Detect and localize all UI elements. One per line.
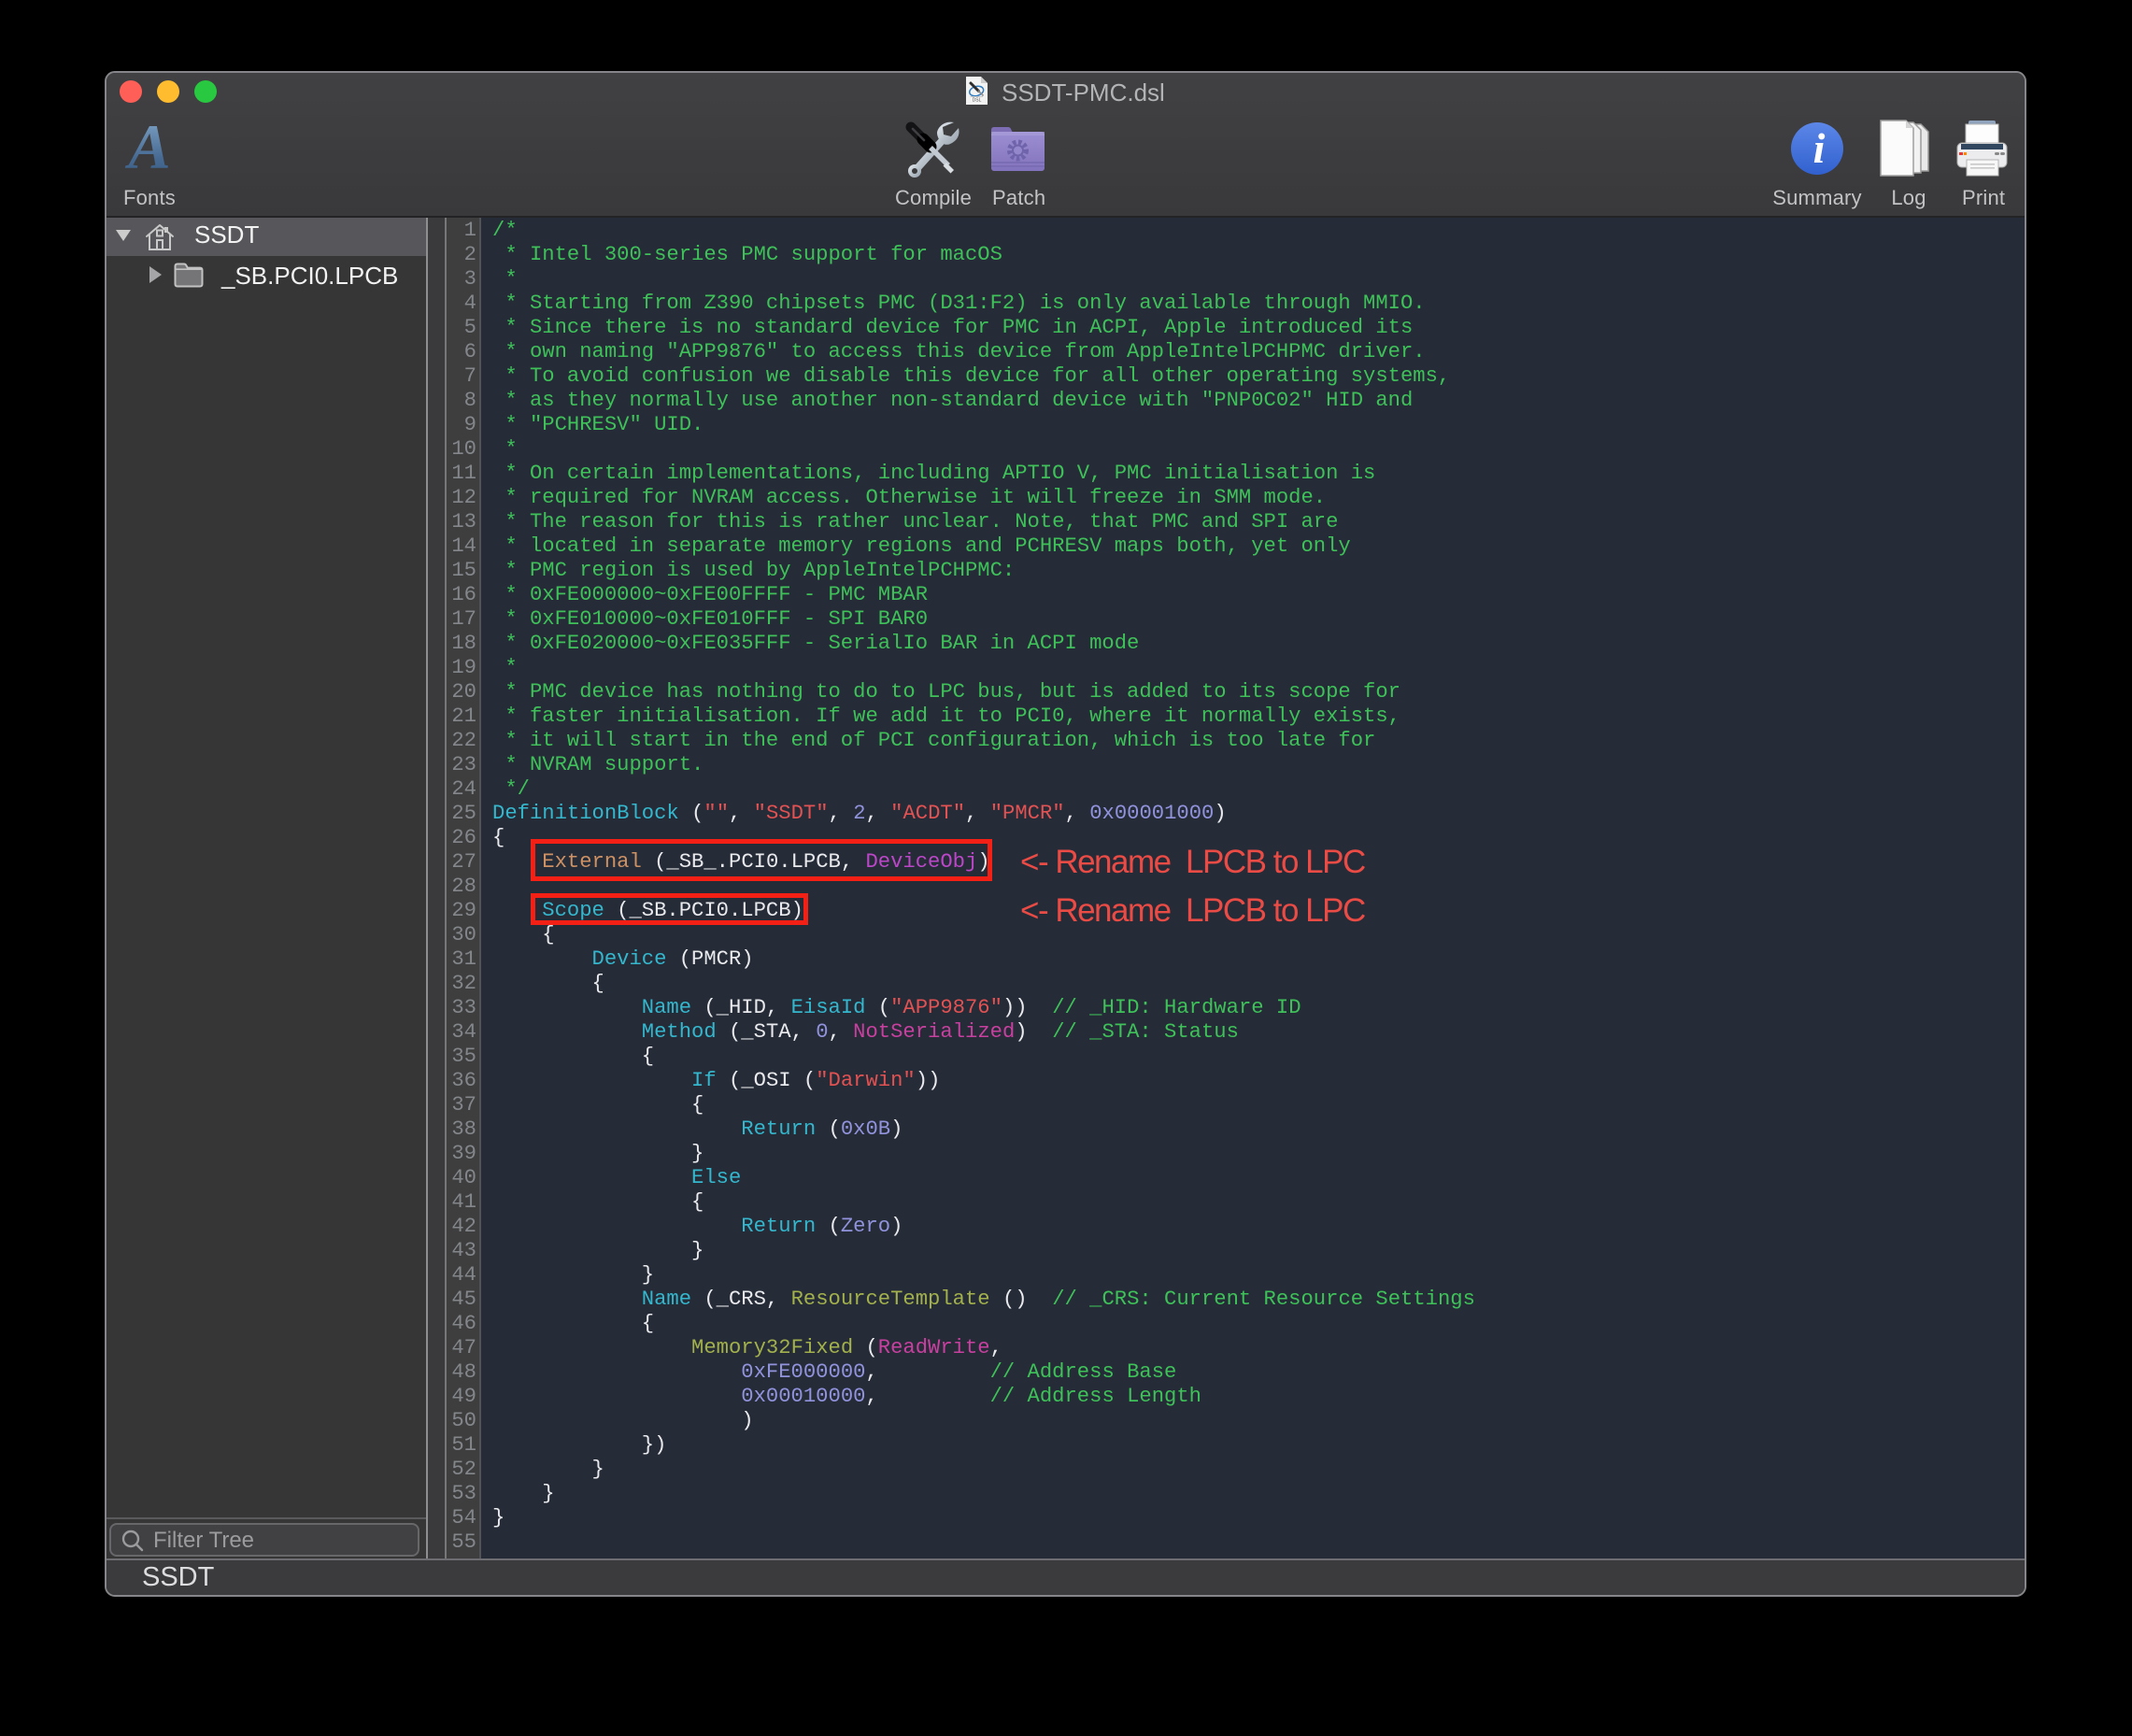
svg-text:i: i	[1813, 124, 1826, 172]
svg-text:DSL: DSL	[973, 98, 982, 104]
